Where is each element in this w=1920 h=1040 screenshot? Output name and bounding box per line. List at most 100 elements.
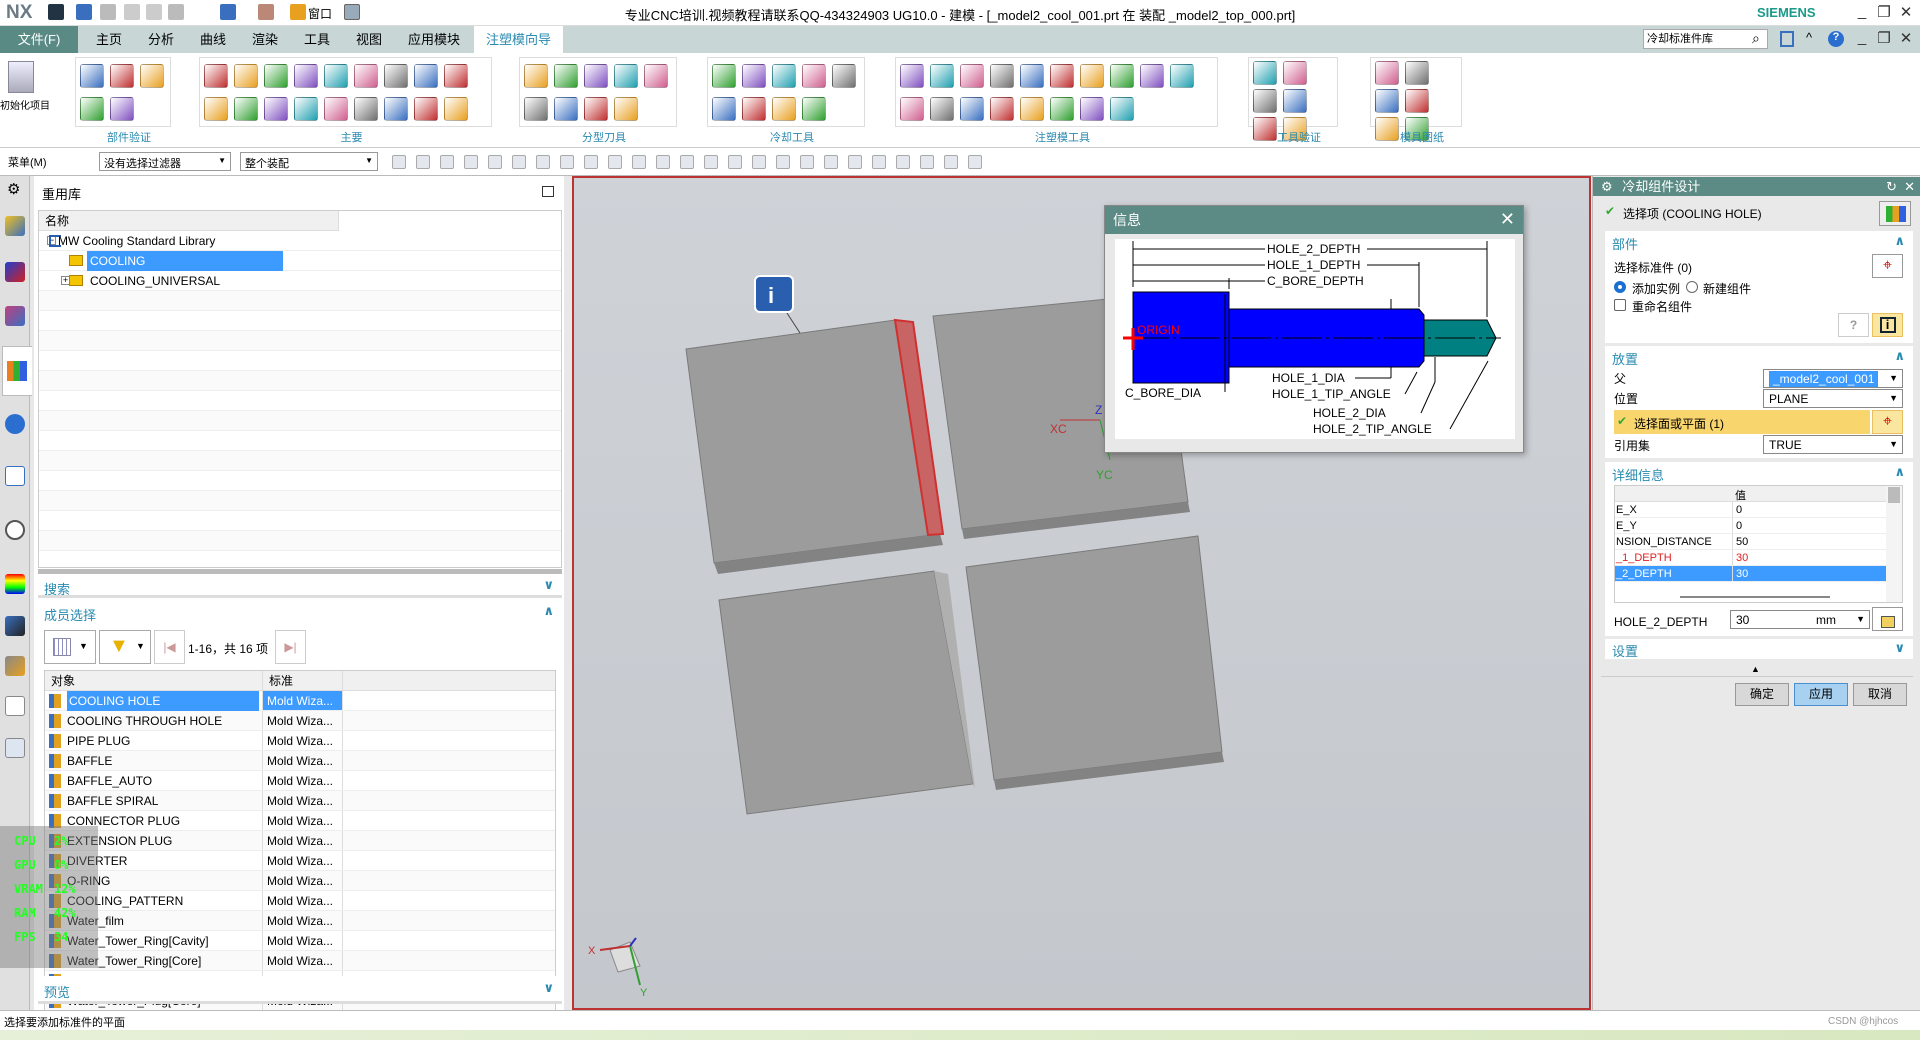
horizontal-scrollbar[interactable]: [1680, 596, 1830, 598]
tree-node[interactable]: COOLING: [39, 251, 561, 271]
trim-icon[interactable]: [554, 96, 578, 121]
selection-scope-select[interactable]: 整个装配: [240, 152, 378, 171]
tab-applications[interactable]: 应用模块: [396, 26, 472, 53]
surface-color-icon[interactable]: [110, 96, 134, 121]
view-type-button[interactable]: ▼: [44, 630, 96, 664]
baffle-icon[interactable]: [742, 96, 766, 121]
rotate-icon[interactable]: [872, 155, 886, 169]
center-snap-icon[interactable]: [680, 155, 694, 169]
part-navigator-icon[interactable]: [5, 306, 25, 326]
member-row[interactable]: PIPE PLUG Mold Wiza...: [45, 731, 555, 751]
ejector-pin-icon[interactable]: [414, 63, 438, 88]
work-layer-icon[interactable]: [920, 155, 934, 169]
mold-layout-icon[interactable]: [204, 63, 228, 88]
chevron-down-icon[interactable]: ∨: [543, 577, 554, 593]
box-icon[interactable]: [900, 96, 924, 121]
pocket-icon[interactable]: [324, 96, 348, 121]
solid-patch-icon[interactable]: [990, 63, 1014, 88]
assembly-drawing-icon[interactable]: [1375, 61, 1399, 85]
tab-file[interactable]: 文件(F): [0, 26, 78, 53]
vertical-scrollbar[interactable]: [1886, 486, 1902, 602]
gear-icon[interactable]: ⚙: [1601, 179, 1613, 194]
sprue-icon[interactable]: [234, 96, 258, 121]
settings-icon[interactable]: ⚙: [7, 180, 20, 198]
pipe-plug-icon[interactable]: [772, 96, 796, 121]
radio-add-instance[interactable]: [1614, 281, 1626, 293]
enlarge-surface-icon[interactable]: [1080, 63, 1104, 88]
bounded-block-icon[interactable]: [960, 96, 984, 121]
type-filter-select[interactable]: 没有选择过滤器: [99, 152, 231, 171]
drawing-icon[interactable]: [444, 96, 468, 121]
maximize-icon[interactable]: [542, 186, 554, 197]
tab-analysis[interactable]: 分析: [136, 26, 186, 53]
settings-section[interactable]: 设置 ∨: [1605, 639, 1913, 659]
create-box-icon[interactable]: [900, 63, 924, 88]
doc-close-button[interactable]: ✕: [1896, 29, 1916, 47]
info-button[interactable]: i: [1872, 313, 1903, 337]
chevron-up-icon[interactable]: ∧: [1894, 348, 1905, 364]
channel-path-icon[interactable]: [802, 63, 826, 88]
face-patch-icon[interactable]: [1020, 63, 1044, 88]
close-button[interactable]: ✕: [1896, 3, 1916, 21]
init-project-button[interactable]: 初始化项目: [0, 61, 50, 112]
hole-manufacture-icon[interactable]: [1405, 89, 1429, 113]
rename-checkbox[interactable]: [1614, 299, 1626, 311]
member-row[interactable]: COOLING_PATTERN Mold Wiza...: [45, 891, 555, 911]
chevron-up-icon[interactable]: ∧: [543, 603, 554, 619]
parting-line-icon[interactable]: [584, 63, 608, 88]
face-snap-icon[interactable]: [776, 155, 790, 169]
tree-node[interactable]: − MW Cooling Standard Library: [39, 231, 561, 251]
doc-minimize-button[interactable]: _: [1852, 29, 1872, 46]
mold-plate[interactable]: [718, 570, 974, 815]
preview-section[interactable]: 预览 ∨: [38, 976, 562, 1004]
control-point-icon[interactable]: [632, 155, 646, 169]
workpiece-icon[interactable]: [294, 63, 318, 88]
extend-icon[interactable]: [960, 63, 984, 88]
history-icon[interactable]: [5, 520, 25, 540]
rectangle-select-icon[interactable]: [512, 155, 526, 169]
value-column-header[interactable]: 值: [1735, 487, 1746, 503]
reference-circle-icon[interactable]: [1170, 63, 1194, 88]
body-select-icon[interactable]: [560, 155, 574, 169]
assembly-navigator-icon[interactable]: [5, 216, 25, 236]
collapse-arrow-icon[interactable]: ▲: [1751, 664, 1760, 674]
tab-mold-wizard[interactable]: 注塑模向导: [474, 26, 564, 53]
tab-tools[interactable]: 工具: [292, 26, 342, 53]
feature-filter-icon[interactable]: [416, 155, 430, 169]
slider-icon[interactable]: [444, 63, 468, 88]
mold-base-icon[interactable]: [354, 63, 378, 88]
tab-home[interactable]: 主页: [84, 26, 134, 53]
interference-icon[interactable]: [1253, 89, 1277, 113]
parameter-row[interactable]: NSION_DISTANCE 50: [1615, 534, 1886, 550]
tab-view[interactable]: 视图: [344, 26, 394, 53]
parameter-row[interactable]: _2_DEPTH 30: [1615, 566, 1886, 582]
cancel-button[interactable]: 取消: [1853, 683, 1907, 706]
tab-curve[interactable]: 曲线: [188, 26, 238, 53]
member-row[interactable]: DIVERTER Mold Wiza...: [45, 851, 555, 871]
wave-icon[interactable]: [1020, 96, 1044, 121]
minimize-button[interactable]: _: [1852, 3, 1872, 20]
member-row[interactable]: BAFFLE Mold Wiza...: [45, 751, 555, 771]
manufacturing-wizard-icon[interactable]: [5, 656, 25, 676]
line-snap-icon[interactable]: [752, 155, 766, 169]
restore-button[interactable]: ❐: [1874, 3, 1894, 21]
member-row[interactable]: Water_Tower_Ring[Cavity] Mold Wiza...: [45, 931, 555, 951]
mold-design-validation-icon[interactable]: [80, 96, 104, 121]
edge-patch-icon[interactable]: [1050, 63, 1074, 88]
pin-check-icon[interactable]: [1283, 89, 1307, 113]
view-fit-icon[interactable]: [824, 155, 838, 169]
patch-icon[interactable]: [614, 63, 638, 88]
core-cavity-icon[interactable]: [524, 96, 548, 121]
mold-plate[interactable]: [965, 535, 1223, 781]
bill-of-material-icon[interactable]: [354, 96, 378, 121]
check-part-icon[interactable]: [80, 63, 104, 88]
close-icon[interactable]: ✕: [1500, 209, 1515, 230]
help-button[interactable]: ?: [1838, 313, 1869, 337]
member-row[interactable]: Water_Tower_Ring[Core] Mold Wiza...: [45, 951, 555, 971]
role-icon[interactable]: [5, 696, 25, 716]
zoom-icon[interactable]: [848, 155, 862, 169]
extend-channel-icon[interactable]: [712, 96, 736, 121]
component-drawing-icon[interactable]: [1405, 61, 1429, 85]
thickness-icon[interactable]: [140, 63, 164, 88]
cylinder-icon[interactable]: [414, 96, 438, 121]
